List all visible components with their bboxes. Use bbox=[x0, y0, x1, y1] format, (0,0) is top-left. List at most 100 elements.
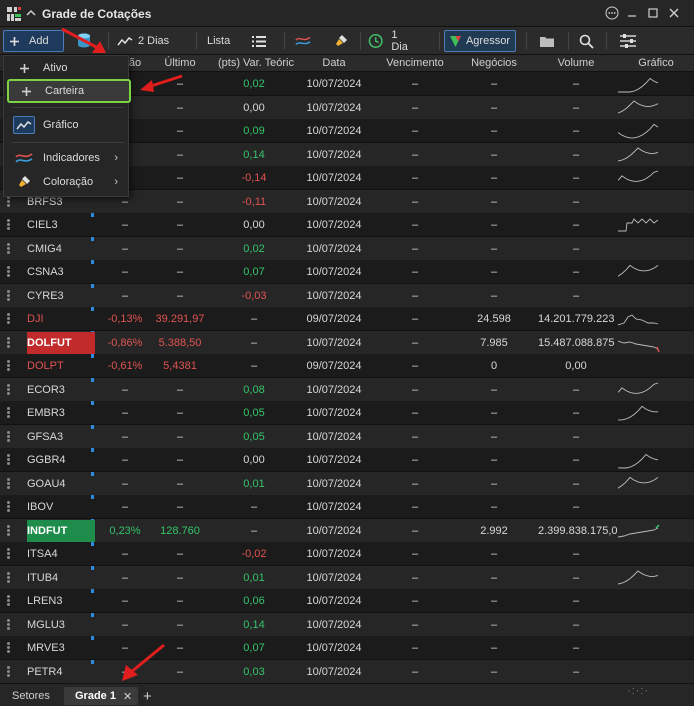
drag-handle-icon[interactable] bbox=[7, 571, 10, 584]
table-row[interactable]: PETR4 – – 0,03 10/07/2024 – – – bbox=[0, 659, 694, 683]
minimize-icon[interactable] bbox=[622, 4, 642, 22]
drag-handle-icon[interactable] bbox=[7, 548, 10, 560]
cell-theoretical-var: 0,03 bbox=[243, 665, 265, 678]
drag-handle-icon[interactable] bbox=[7, 266, 10, 278]
chevron-up-icon[interactable] bbox=[25, 7, 37, 19]
two-days-button[interactable]: 2 Dias bbox=[112, 30, 176, 52]
sparkline-chart[interactable] bbox=[618, 521, 660, 541]
table-row[interactable]: DOLFUT -0,86% 5.388,50 – 10/07/2024 – 7.985 15.… bbox=[0, 330, 694, 355]
col-negocios[interactable]: Negócios bbox=[458, 57, 530, 69]
folder-button[interactable] bbox=[534, 30, 560, 52]
drag-handle-icon[interactable] bbox=[7, 595, 10, 607]
sparkline-chart[interactable] bbox=[618, 98, 660, 118]
menu-item-indicadores[interactable]: Indicadores › bbox=[4, 146, 128, 170]
table-row[interactable]: CYRE3 – – -0,03 10/07/2024 – – – bbox=[0, 283, 694, 308]
col-ultimo[interactable]: Último bbox=[150, 57, 210, 69]
cell-trades: – bbox=[490, 289, 498, 302]
drag-handle-icon[interactable] bbox=[7, 642, 10, 654]
search-button[interactable] bbox=[574, 30, 600, 52]
table-row[interactable]: ECOR3 – – 0,08 10/07/2024 – – – bbox=[0, 377, 694, 402]
menu-item-coloracao[interactable]: Coloração › bbox=[4, 170, 128, 194]
lista-button[interactable]: Lista bbox=[202, 30, 238, 52]
update-marker bbox=[91, 589, 94, 593]
drag-handle-icon[interactable] bbox=[7, 501, 10, 513]
maximize-icon[interactable] bbox=[643, 4, 663, 22]
close-icon[interactable] bbox=[664, 4, 684, 22]
sparkline-chart[interactable] bbox=[618, 262, 660, 282]
col-volume[interactable]: Volume bbox=[538, 57, 614, 69]
sparkline-chart[interactable] bbox=[618, 309, 660, 329]
sparkline-chart[interactable] bbox=[618, 403, 660, 423]
drag-handle-icon[interactable] bbox=[7, 665, 10, 678]
one-day-label: 1 Dia bbox=[391, 29, 408, 53]
table-row[interactable]: DJI -0,13% 39.291,97 – 09/07/2024 – 24.598 14.2… bbox=[0, 307, 694, 331]
sparkline-chart[interactable] bbox=[618, 74, 660, 94]
col-grafico[interactable]: Gráfico bbox=[622, 57, 690, 69]
table-row[interactable]: GOAU4 – – 0,01 10/07/2024 – – – bbox=[0, 471, 694, 496]
table-row[interactable]: ITSA4 – – -0,02 10/07/2024 – – – bbox=[0, 542, 694, 566]
table-row[interactable]: DOLPT -0,61% 5,4381 – 09/07/2024 – 0 0,00 bbox=[0, 354, 694, 378]
drag-handle-icon[interactable] bbox=[7, 477, 10, 490]
menu-item-grafico[interactable]: Gráfico bbox=[4, 112, 128, 138]
indicators-button[interactable] bbox=[290, 30, 316, 52]
cell-trades: – bbox=[490, 454, 498, 466]
drag-handle-icon[interactable] bbox=[7, 219, 10, 231]
menu-item-ativo[interactable]: Ativo bbox=[4, 56, 128, 80]
drag-handle-icon[interactable] bbox=[7, 289, 10, 302]
drag-handle-icon[interactable] bbox=[7, 407, 10, 419]
cell-expiry: – bbox=[411, 125, 419, 137]
lista-label: Lista bbox=[207, 35, 231, 47]
agressor-button[interactable]: Agressor bbox=[444, 30, 516, 52]
sparkline-chart[interactable] bbox=[618, 215, 660, 235]
drag-handle-icon[interactable] bbox=[7, 360, 10, 372]
more-options-icon[interactable] bbox=[602, 4, 622, 22]
table-row[interactable]: CIEL3 – – 0,00 10/07/2024 – – – bbox=[0, 213, 694, 237]
drag-handle-icon[interactable] bbox=[7, 524, 10, 537]
tab-setores[interactable]: Setores bbox=[12, 687, 50, 705]
cell-expiry: – bbox=[411, 101, 419, 114]
menu-item-carteira[interactable]: Carteira bbox=[7, 79, 131, 103]
cell-theoretical-var: – bbox=[250, 501, 258, 513]
table-row[interactable]: GGBR4 – – 0,00 10/07/2024 – – – bbox=[0, 448, 694, 472]
table-row[interactable]: MGLU3 – – 0,14 10/07/2024 – – – bbox=[0, 612, 694, 637]
col-data[interactable]: Data bbox=[298, 57, 370, 69]
drag-handle-icon[interactable] bbox=[7, 242, 10, 255]
col-var-teorica[interactable]: (pts) Var. Teóric bbox=[214, 57, 298, 69]
drag-handle-icon[interactable] bbox=[7, 430, 10, 443]
list-view-button[interactable] bbox=[246, 30, 272, 52]
cell-trades: – bbox=[490, 501, 498, 513]
close-tab-icon[interactable]: ✕ bbox=[123, 690, 132, 703]
drag-handle-icon[interactable] bbox=[7, 336, 10, 349]
sparkline-chart[interactable] bbox=[618, 474, 660, 494]
tab-grade-1[interactable]: Grade 1 ✕ bbox=[64, 687, 138, 705]
table-row[interactable]: INDFUT 0,23% 128.760 – 10/07/2024 – 2.992 2.399… bbox=[0, 518, 694, 543]
sparkline-chart[interactable] bbox=[618, 380, 660, 400]
sparkline-chart[interactable] bbox=[618, 450, 660, 470]
sparkline-chart[interactable] bbox=[618, 568, 660, 588]
drag-handle-icon[interactable] bbox=[7, 618, 10, 631]
drag-handle-icon[interactable] bbox=[7, 195, 10, 208]
table-row[interactable]: GFSA3 – – 0,05 10/07/2024 – – – bbox=[0, 424, 694, 449]
table-row[interactable]: EMBR3 – – 0,05 10/07/2024 – – – bbox=[0, 401, 694, 425]
cell-volume: 0,00 bbox=[565, 360, 587, 372]
col-vencimento[interactable]: Vencimento bbox=[378, 57, 452, 69]
settings-button[interactable] bbox=[614, 30, 642, 52]
database-button[interactable] bbox=[70, 30, 100, 52]
table-row[interactable]: CMIG4 – – 0,02 10/07/2024 – – – bbox=[0, 236, 694, 261]
table-row[interactable]: LREN3 – – 0,06 10/07/2024 – – – bbox=[0, 589, 694, 613]
table-row[interactable]: CSNA3 – – 0,07 10/07/2024 – – – bbox=[0, 260, 694, 284]
sparkline-chart[interactable] bbox=[618, 333, 660, 353]
sparkline-chart[interactable] bbox=[618, 145, 660, 165]
table-row[interactable]: MRVE3 – – 0,07 10/07/2024 – – – bbox=[0, 636, 694, 660]
add-tab-icon[interactable]: + bbox=[143, 687, 152, 705]
sparkline-chart[interactable] bbox=[618, 168, 660, 188]
coloring-button[interactable] bbox=[328, 30, 354, 52]
table-row[interactable]: ITUB4 – – 0,01 10/07/2024 – – – bbox=[0, 565, 694, 590]
drag-handle-icon[interactable] bbox=[7, 313, 10, 325]
table-row[interactable]: IBOV – – – 10/07/2024 – – – bbox=[0, 495, 694, 519]
one-day-button[interactable]: 1 Dia bbox=[363, 29, 421, 53]
drag-handle-icon[interactable] bbox=[7, 383, 10, 396]
drag-handle-icon[interactable] bbox=[7, 454, 10, 466]
add-button[interactable]: Add bbox=[3, 30, 64, 52]
sparkline-chart[interactable] bbox=[618, 121, 660, 141]
